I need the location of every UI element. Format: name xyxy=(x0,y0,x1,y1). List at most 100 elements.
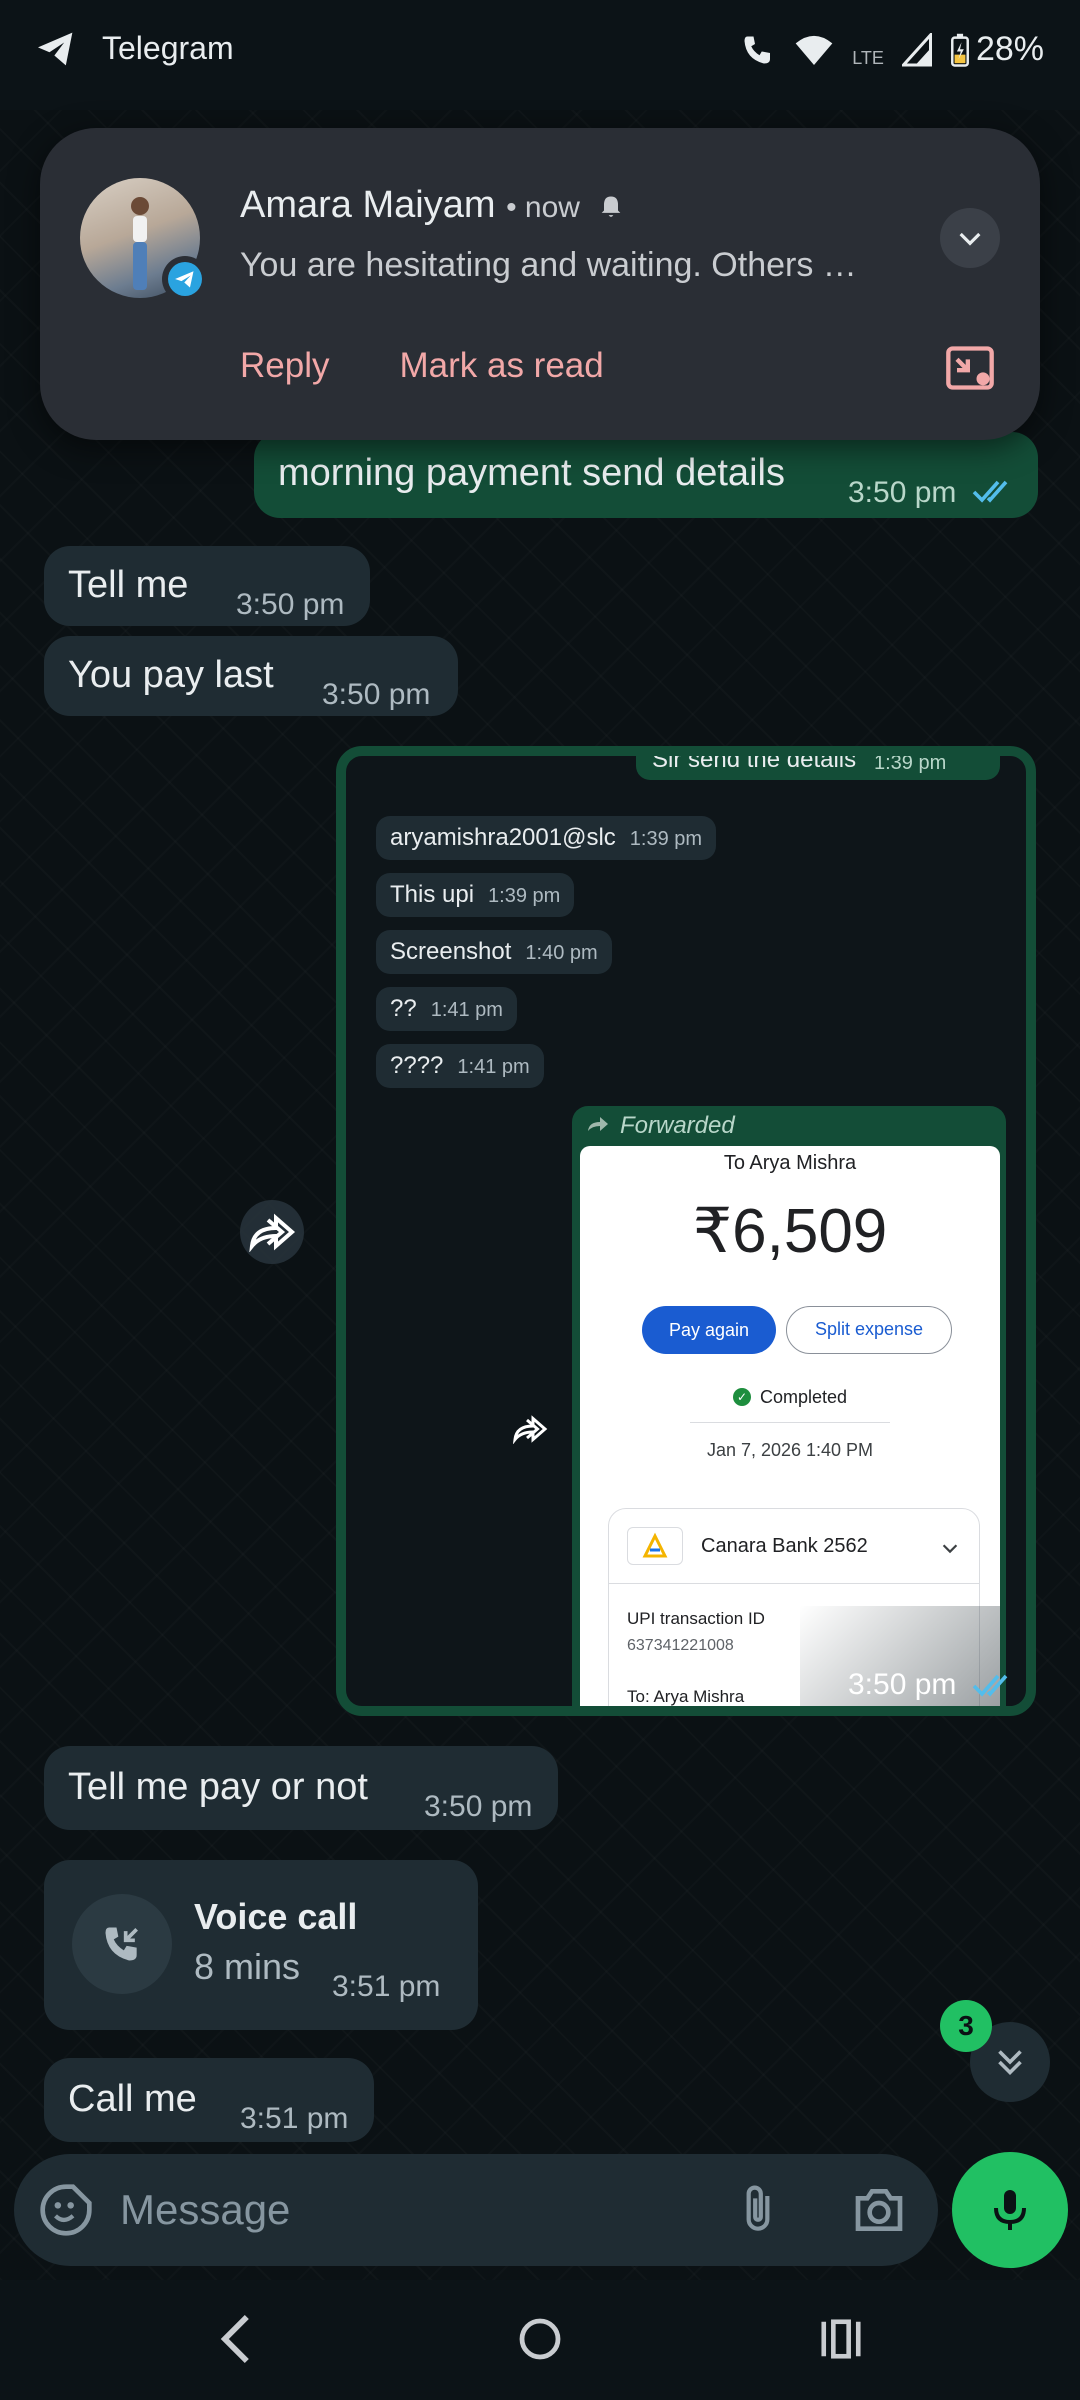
message-text: Tell me xyxy=(68,564,189,606)
notification-actions: Reply Mark as read xyxy=(240,346,604,386)
screenshot-time: 1:39 pm xyxy=(874,752,947,774)
forwarded-icon xyxy=(588,1117,608,1131)
notification-time: • now xyxy=(506,191,580,224)
message-text: Call me xyxy=(68,2078,197,2120)
message-time: 3:50 pm xyxy=(322,678,431,711)
status-app-name: Telegram xyxy=(102,30,234,66)
message-time: 3:50 pm xyxy=(236,588,345,621)
bank-logo-icon xyxy=(627,1527,683,1565)
reply-button[interactable]: Reply xyxy=(240,346,329,386)
pay-again-button: Pay again xyxy=(642,1306,776,1354)
screenshot-row: aryamishra2001@slc 1:39 pm xyxy=(376,816,717,860)
screenshot-time: 1:39 pm xyxy=(629,828,703,850)
screenshot-text: Sir send the details xyxy=(652,746,857,773)
status-icons: LTE 28% xyxy=(740,30,1044,69)
screenshot-time: 1:39 pm xyxy=(488,885,561,907)
message-time: 3:51 pm xyxy=(332,1970,441,2003)
message-time: 3:50 pm xyxy=(848,1668,957,1701)
screenshot-row: This upi 1:39 pm xyxy=(376,873,575,917)
message-incoming[interactable]: Tell me 3:50 pm xyxy=(44,546,370,626)
chevron-down-icon xyxy=(942,1544,958,1554)
telegram-badge-icon xyxy=(162,256,208,302)
mark-as-read-button[interactable]: Mark as read xyxy=(399,346,603,386)
picture-in-picture-icon[interactable] xyxy=(944,342,996,394)
attach-icon[interactable] xyxy=(730,2182,786,2238)
screenshot-text: Screenshot xyxy=(390,938,512,965)
emoji-sticker-icon[interactable] xyxy=(38,2182,94,2238)
notification-sender: Amara Maiyam • now xyxy=(240,184,625,227)
unread-count-badge: 3 xyxy=(940,2000,992,2052)
call-duration: 8 mins xyxy=(194,1946,301,1987)
recents-icon[interactable] xyxy=(818,2312,864,2366)
message-time: 3:50 pm xyxy=(848,476,957,509)
status-bar: Telegram LTE 28% xyxy=(0,0,1080,110)
forwarded-payment-card: Forwarded To Arya Mishra ₹6,509 Pay agai… xyxy=(572,1106,1006,1706)
signal-icon xyxy=(901,32,932,66)
split-expense-button: Split expense xyxy=(786,1306,952,1354)
chevron-down-icon xyxy=(959,232,981,246)
screenshot-row: Screenshot 1:40 pm xyxy=(376,930,612,974)
expand-notification-button[interactable] xyxy=(940,208,1000,268)
screenshot-time: 1:41 pm xyxy=(430,999,503,1021)
txn-id: 637341221008 xyxy=(627,1637,734,1654)
message-incoming[interactable]: Tell me pay or not 3:50 pm xyxy=(44,1746,558,1830)
screenshot-row: ?? 1:41 pm xyxy=(376,987,517,1031)
notification-message: You are hesitating and waiting. Others … xyxy=(240,246,857,284)
payment-recipient: To Arya Mishra xyxy=(723,1152,857,1174)
screenshot-time: 1:41 pm xyxy=(457,1056,530,1078)
status-app: Telegram xyxy=(36,30,234,67)
screenshot-text: ???? xyxy=(390,1052,444,1079)
divider xyxy=(609,1583,979,1584)
wifi-icon xyxy=(795,35,833,65)
status-text: Completed xyxy=(759,1386,848,1407)
message-composer xyxy=(14,2154,938,2266)
message-outgoing[interactable]: morning payment send details 3:50 pm xyxy=(254,432,1038,518)
read-ticks-icon xyxy=(972,1674,1008,1697)
bell-icon xyxy=(601,196,620,217)
payment-date: Jan 7, 2026 1:40 PM xyxy=(706,1440,874,1460)
screenshot-row: ???? 1:41 pm xyxy=(376,1044,544,1088)
heads-up-notification[interactable]: Amara Maiyam • now You are hesitating an… xyxy=(40,128,1040,440)
check-icon: ✓ xyxy=(732,1388,751,1407)
screenshot-top-message: Sir send the details 1:39 pm xyxy=(636,746,1000,780)
message-text: You pay last xyxy=(68,654,274,696)
message-input[interactable] xyxy=(120,2176,680,2244)
person-photo xyxy=(131,197,149,290)
forward-icon xyxy=(249,1213,296,1252)
screenshot-text: This upi xyxy=(390,881,475,908)
microphone-icon xyxy=(994,2190,1026,2230)
battery-charging-icon xyxy=(950,33,969,67)
double-chevron-down-icon xyxy=(998,2050,1022,2076)
back-icon[interactable] xyxy=(216,2312,260,2366)
message-incoming[interactable]: You pay last 3:50 pm xyxy=(44,636,458,716)
share-button[interactable] xyxy=(240,1200,304,1264)
forward-icon xyxy=(512,1415,548,1444)
battery-percent: 28% xyxy=(975,30,1044,68)
voice-call-message[interactable]: Voice call 8 mins 3:51 pm xyxy=(44,1860,478,2030)
screenshot-time: 1:40 pm xyxy=(525,942,598,964)
payment-receipt: To Arya Mishra ₹6,509 Pay again Split ex… xyxy=(580,1146,1000,1706)
read-ticks-icon xyxy=(972,480,1008,503)
message-text: Tell me pay or not xyxy=(68,1766,368,1808)
telegram-send-icon xyxy=(38,32,73,65)
missed-call-icon xyxy=(72,1894,172,1994)
message-text: morning payment send details xyxy=(278,452,785,494)
message-time: 3:50 pm xyxy=(424,1790,533,1823)
message-incoming[interactable]: Call me 3:51 pm xyxy=(44,2058,374,2142)
screenshot-text: ?? xyxy=(390,995,417,1022)
home-icon[interactable] xyxy=(516,2312,564,2366)
system-navigation-bar xyxy=(0,2280,1080,2400)
bank-name: Canara Bank 2562 xyxy=(701,1535,868,1557)
sender-name: Amara Maiyam xyxy=(240,184,496,226)
battery: 28% xyxy=(950,30,1044,69)
payment-status: ✓ Completed xyxy=(580,1386,1000,1408)
camera-icon[interactable] xyxy=(850,2182,908,2238)
call-title: Voice call xyxy=(194,1896,358,1937)
screenshot-text: aryamishra2001@slc xyxy=(390,824,616,851)
mic-button[interactable] xyxy=(952,2152,1068,2268)
screenshot-image-message[interactable]: Sir send the details 1:39 pm aryamishra2… xyxy=(336,746,1036,1716)
lte-label: LTE xyxy=(852,48,884,68)
txn-to: To: Arya Mishra xyxy=(627,1687,745,1706)
txn-label: UPI transaction ID xyxy=(627,1609,765,1628)
forwarded-label: Forwarded xyxy=(620,1112,735,1139)
